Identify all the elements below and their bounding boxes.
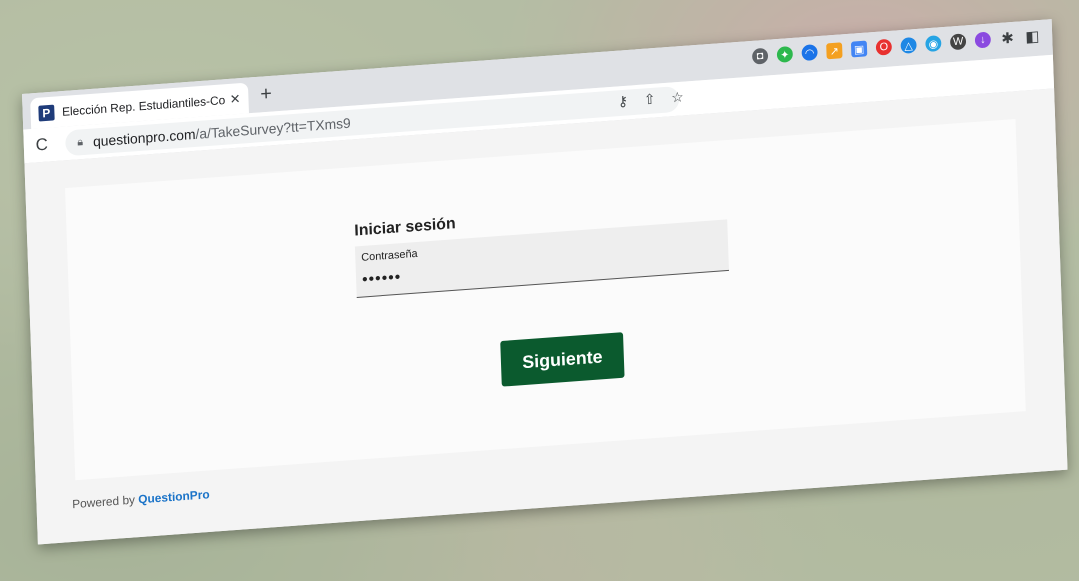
chart-icon[interactable]: ↗ — [826, 42, 843, 60]
url-path: /a/TakeSurvey?tt=TXms9 — [195, 114, 352, 142]
opera-icon[interactable]: O — [875, 38, 893, 56]
page-content: Iniciar sesión Contraseña Siguiente Powe… — [24, 88, 1068, 545]
star-icon[interactable]: ☆ — [671, 89, 684, 107]
evernote-icon[interactable]: ✦ — [776, 45, 794, 63]
cloud-icon[interactable]: ◠ — [801, 44, 818, 62]
drive-icon[interactable]: △ — [900, 36, 917, 54]
key-icon[interactable]: ⚷ — [618, 93, 629, 111]
url-host: questionpro.com — [92, 126, 196, 150]
side-panel-icon[interactable]: ◧ — [1024, 28, 1040, 46]
footer-prefix: Powered by — [71, 492, 136, 512]
tab-icon[interactable]: ▣ — [850, 40, 868, 58]
tab-title: Elección Rep. Estudiantiles-Co — [61, 92, 226, 119]
reload-icon[interactable]: C — [35, 135, 48, 156]
close-icon[interactable]: ✕ — [229, 91, 240, 108]
browser-window: P Elección Rep. Estudiantiles-Co ✕ + ◘ ✦ ◠… — [22, 19, 1068, 545]
camera-icon[interactable]: ◘ — [751, 47, 769, 65]
puzzle-icon[interactable]: ✱ — [999, 30, 1015, 48]
questionpro-favicon-icon: P — [38, 104, 55, 122]
grammar-icon[interactable]: W — [949, 33, 967, 51]
download-icon[interactable]: ↓ — [974, 31, 992, 49]
login-form: Iniciar sesión Contraseña — [354, 196, 729, 298]
share-icon[interactable]: ⇧ — [644, 91, 656, 109]
new-tab-icon[interactable]: + — [260, 83, 272, 107]
next-button[interactable]: Siguiente — [500, 332, 625, 387]
questionpro-link[interactable]: QuestionPro — [138, 487, 210, 506]
chat-icon[interactable]: ◉ — [925, 35, 942, 53]
lock-icon[interactable]: 🔒︎ — [77, 136, 83, 149]
powered-by-footer: Powered by QuestionPro — [72, 487, 210, 511]
survey-card: Iniciar sesión Contraseña Siguiente — [65, 119, 1026, 481]
